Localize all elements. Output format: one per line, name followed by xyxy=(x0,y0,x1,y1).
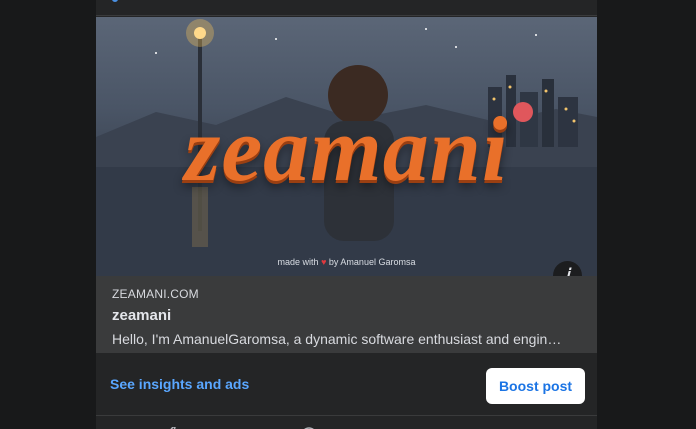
made-with-author: by Amanuel Garomsa xyxy=(328,257,416,267)
post-header-edge xyxy=(96,0,597,16)
made-with-prefix: made with xyxy=(277,257,319,267)
header-indicator-dot xyxy=(112,0,118,2)
link-preview-image[interactable]: zeamani made with ♥ by Amanuel Garomsa ⅰ xyxy=(96,17,597,276)
reaction-bar xyxy=(96,415,597,429)
link-info-box[interactable]: ZEAMANI.COM zeamani Hello, I'm AmanuelGa… xyxy=(96,276,597,353)
made-with-caption: made with ♥ by Amanuel Garomsa xyxy=(96,257,597,267)
comment-icon[interactable] xyxy=(301,424,317,429)
boost-post-button[interactable]: Boost post xyxy=(486,368,585,404)
link-title: zeamani xyxy=(112,307,172,324)
link-description: Hello, I'm AmanuelGaromsa, a dynamic sof… xyxy=(112,331,562,347)
share-icon[interactable] xyxy=(472,424,488,429)
heart-icon: ♥ xyxy=(321,257,327,267)
post-insights-bar: See insights and ads Boost post xyxy=(96,353,597,415)
thumbs-up-icon[interactable] xyxy=(166,424,182,429)
see-insights-link[interactable]: See insights and ads xyxy=(110,376,249,392)
link-domain: ZEAMANI.COM xyxy=(112,287,199,301)
post-card: zeamani made with ♥ by Amanuel Garomsa ⅰ… xyxy=(96,0,597,429)
brand-dot xyxy=(513,102,533,122)
